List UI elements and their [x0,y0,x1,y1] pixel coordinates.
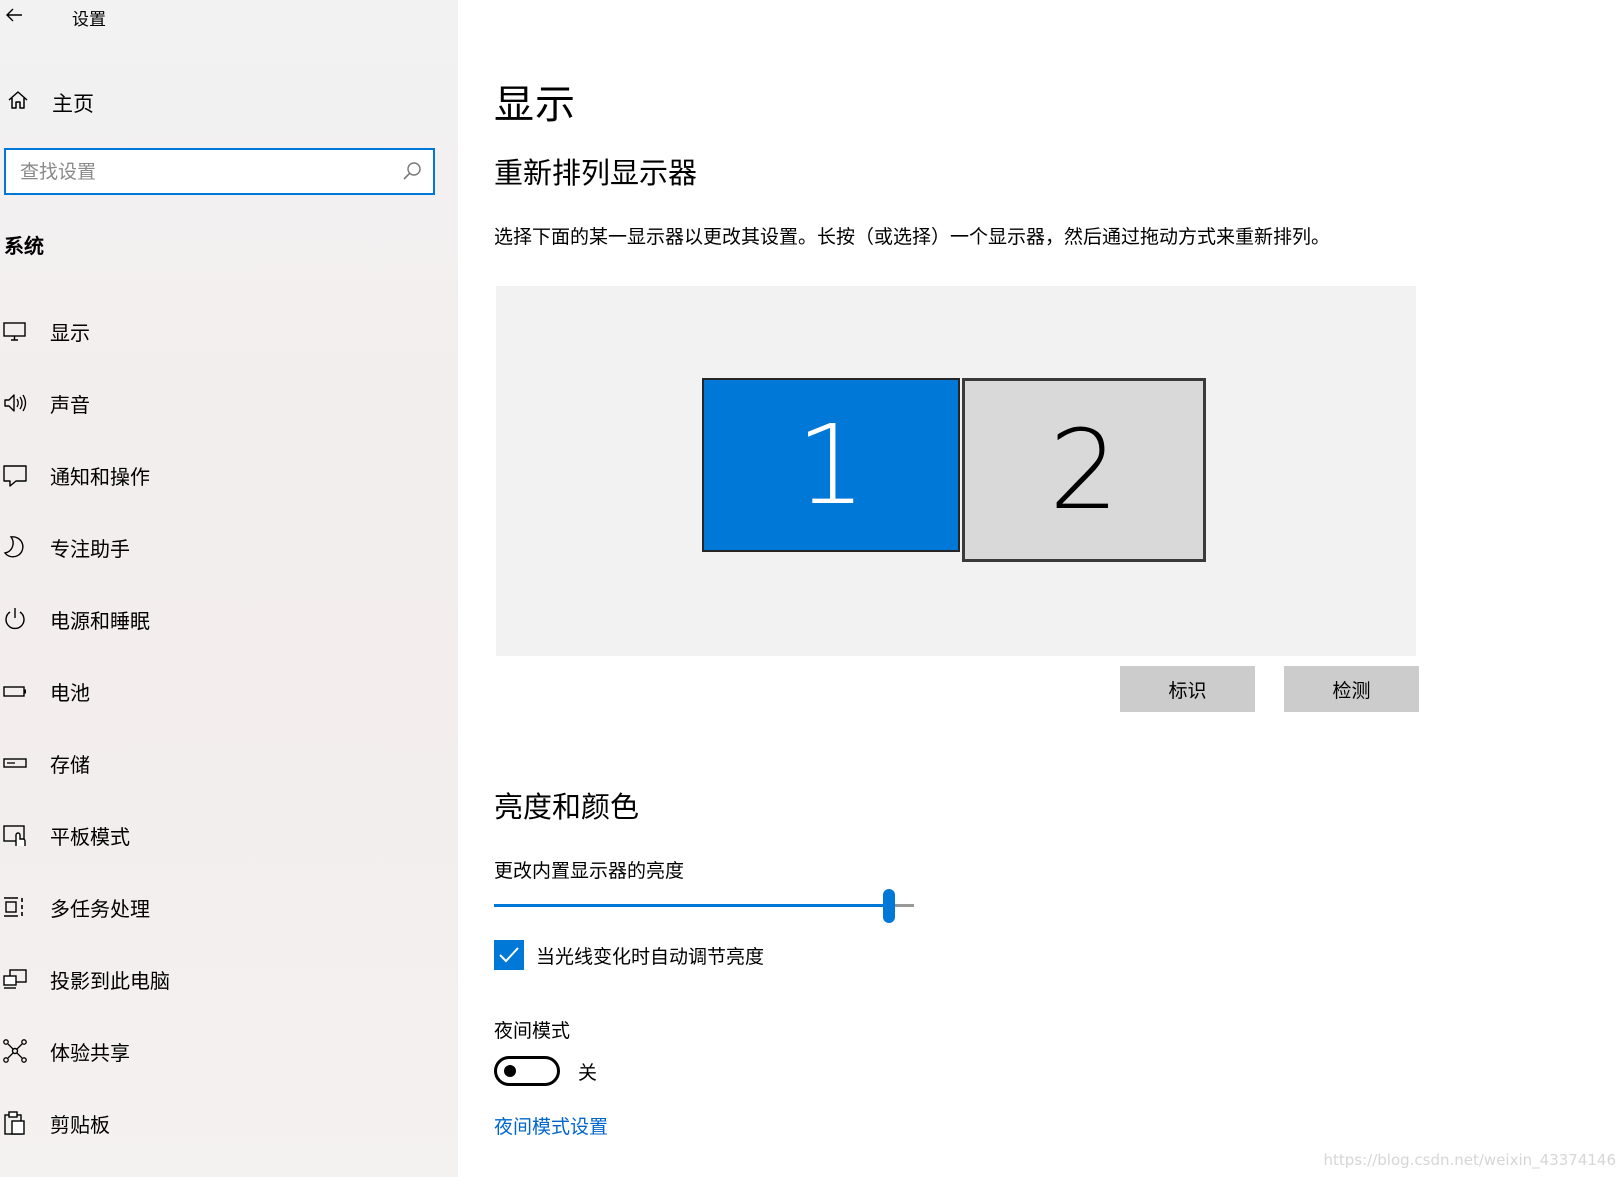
brightness-heading: 亮度和颜色 [494,790,640,824]
sidebar-item-display[interactable]: 显示 [0,308,458,352]
back-arrow-icon [6,8,22,22]
monitor-icon [3,322,26,341]
sidebar-item-project[interactable]: 投影到此电脑 [0,956,458,1000]
sidebar-item-clipboard[interactable]: 剪贴板 [0,1100,458,1144]
storage-icon [3,758,27,768]
sidebar-item-label: 通知和操作 [50,465,150,489]
sidebar-item-label: 投影到此电脑 [50,969,170,993]
back-button[interactable] [2,2,28,28]
speaker-icon [4,394,27,412]
notification-icon [3,465,27,487]
multitasking-icon [4,897,23,917]
monitor-2[interactable]: 2 [962,378,1206,562]
clipboard-icon [4,1111,25,1135]
brightness-slider-label: 更改内置显示器的亮度 [494,860,685,882]
sidebar-item-label: 声音 [50,393,90,417]
sidebar-item-focus-assist[interactable]: 专注助手 [0,524,458,568]
app-title: 设置 [72,10,106,30]
sidebar-item-label: 平板模式 [50,825,130,849]
share-icon [3,1039,27,1063]
sidebar-item-tablet-mode[interactable]: 平板模式 [0,812,458,856]
sidebar-item-label: 主页 [52,92,94,116]
page-title: 显示 [494,82,576,128]
monitor-number: 2 [1049,406,1119,534]
night-mode-settings-link[interactable]: 夜间模式设置 [494,1112,608,1139]
sidebar-item-battery[interactable]: 电池 [0,668,458,712]
search-input[interactable] [20,150,390,193]
monitor-1[interactable]: 1 [702,378,960,552]
search-icon[interactable] [401,160,423,182]
sidebar-item-label: 显示 [50,321,90,345]
night-mode-label: 夜间模式 [494,1020,571,1042]
toggle-knob [504,1065,516,1077]
sidebar-item-label: 存储 [50,753,90,777]
home-icon [8,91,28,109]
night-mode-state: 关 [578,1062,598,1084]
sidebar-item-label: 多任务处理 [50,897,150,921]
sidebar-item-notifications[interactable]: 通知和操作 [0,452,458,496]
night-mode-toggle[interactable] [494,1056,560,1086]
tablet-mode-icon [3,825,26,846]
sidebar-item-label: 剪贴板 [50,1113,110,1137]
power-icon [5,608,25,630]
battery-icon [3,686,26,697]
sidebar-item-label: 电池 [50,681,90,705]
arrange-description: 选择下面的某一显示器以更改其设置。长按（或选择）一个显示器，然后通过拖动方式来重… [494,226,1331,248]
project-icon [3,969,27,989]
sidebar-item-sound[interactable]: 声音 [0,380,458,424]
arrange-heading: 重新排列显示器 [494,156,698,190]
slider-thumb[interactable] [883,889,895,923]
monitor-arrangement-area[interactable]: 1 2 [496,286,1416,656]
checkmark-icon [499,947,519,963]
watermark: https://blog.csdn.net/weixin_43374146 [1323,1151,1616,1169]
sidebar-item-storage[interactable]: 存储 [0,740,458,784]
auto-brightness-label: 当光线变化时自动调节亮度 [536,946,765,968]
identify-button[interactable]: 标识 [1120,666,1255,712]
moon-icon [3,536,24,558]
slider-track-filled [494,904,889,907]
auto-brightness-checkbox[interactable] [494,940,524,970]
detect-button[interactable]: 检测 [1284,666,1419,712]
sidebar-item-home[interactable]: 主页 [0,82,458,118]
sidebar-item-label: 电源和睡眠 [50,609,150,633]
main-content: 显示 重新排列显示器 选择下面的某一显示器以更改其设置。长按（或选择）一个显示器… [458,0,1622,1177]
sidebar-item-label: 专注助手 [50,537,130,561]
sidebar-item-label: 体验共享 [50,1041,130,1065]
brightness-slider[interactable] [494,888,914,924]
monitor-number: 1 [796,401,866,529]
section-heading: 系统 [4,234,44,258]
settings-window: 设置 主页 系统 显示 [0,0,1622,1177]
sidebar: 设置 主页 系统 显示 [0,0,458,1177]
sidebar-item-multitasking[interactable]: 多任务处理 [0,884,458,928]
title-bar: 设置 [0,0,458,32]
sidebar-item-shared-experiences[interactable]: 体验共享 [0,1028,458,1072]
search-box [4,148,435,195]
sidebar-item-power-sleep[interactable]: 电源和睡眠 [0,596,458,640]
